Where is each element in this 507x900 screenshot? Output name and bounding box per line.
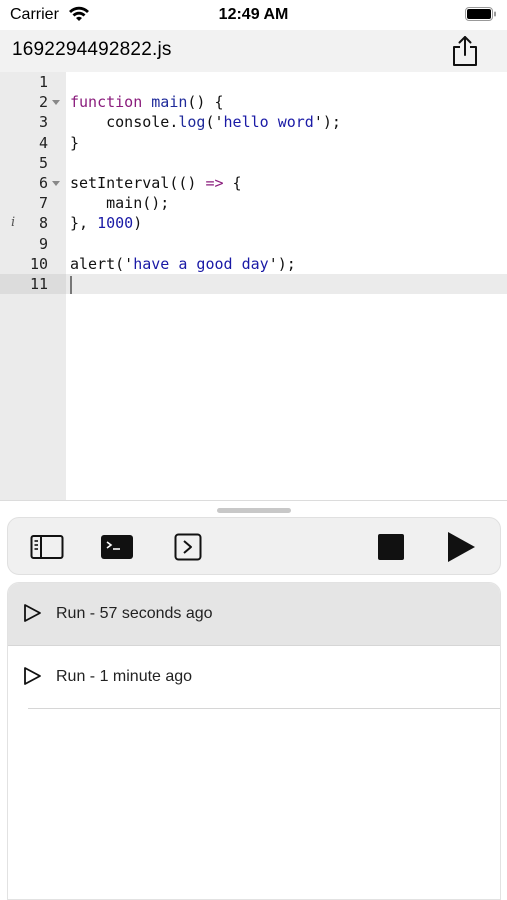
line-number: 4 bbox=[38, 133, 48, 152]
code-line[interactable]: 3 console.log('hello word'); bbox=[0, 112, 507, 132]
line-number: 1 bbox=[38, 73, 48, 91]
gutter-cell: i8 bbox=[0, 213, 66, 233]
divider bbox=[28, 708, 500, 709]
code-line[interactable]: 7 main(); bbox=[0, 193, 507, 213]
line-number: 10 bbox=[29, 254, 48, 273]
gutter-cell: 10 bbox=[0, 254, 66, 274]
code-text: }, 1000) bbox=[70, 214, 143, 233]
stop-icon bbox=[378, 534, 404, 560]
code-line[interactable]: i 8}, 1000) bbox=[0, 213, 507, 233]
code-text: console.log('hello word'); bbox=[70, 113, 341, 132]
line-number: 8 bbox=[38, 214, 48, 233]
stop-button[interactable] bbox=[374, 531, 408, 563]
code-line[interactable]: 2 function main() { bbox=[0, 92, 507, 112]
gutter-cell: 1 bbox=[0, 72, 66, 92]
clock: 12:49 AM bbox=[218, 6, 289, 23]
line-number: 6 bbox=[38, 174, 48, 192]
code-line[interactable]: 9 bbox=[0, 234, 507, 254]
file-title: 1692294492822.js bbox=[12, 39, 172, 60]
gutter-cell: 5 bbox=[0, 153, 66, 173]
play-outline-icon bbox=[24, 667, 41, 685]
run-item[interactable]: Run - 57 seconds ago bbox=[8, 583, 500, 645]
console-prompt-icon bbox=[174, 533, 202, 561]
code-text: main(); bbox=[70, 194, 170, 213]
run-item-label: Run - 57 seconds ago bbox=[56, 605, 213, 622]
fold-toggle-icon[interactable] bbox=[52, 181, 60, 186]
line-number: 11 bbox=[29, 275, 48, 293]
line-number: 5 bbox=[38, 153, 48, 172]
play-outline-icon bbox=[24, 604, 41, 622]
text-cursor bbox=[70, 275, 72, 294]
terminal-button[interactable] bbox=[100, 531, 134, 563]
code-text: } bbox=[70, 133, 80, 152]
line-number: 9 bbox=[38, 234, 48, 253]
code-text: setInterval(() => { bbox=[70, 174, 242, 192]
gutter-cell: 11 bbox=[0, 274, 66, 294]
gutter-cell: 3 bbox=[0, 112, 66, 132]
code-line[interactable]: 11 bbox=[0, 274, 507, 294]
share-icon[interactable] bbox=[451, 34, 479, 68]
code-line[interactable]: 4} bbox=[0, 133, 507, 153]
gutter-cell: 4 bbox=[0, 133, 66, 153]
run-history-list: Run - 57 seconds ago Run - 1 minute ago bbox=[7, 582, 501, 900]
run-item[interactable]: Run - 1 minute ago bbox=[8, 646, 500, 708]
gutter-cell: 2 bbox=[0, 92, 66, 112]
code-line[interactable]: 5 bbox=[0, 153, 507, 173]
sidebar-toggle-button[interactable] bbox=[30, 531, 64, 563]
run-button[interactable] bbox=[444, 531, 478, 563]
code-editor[interactable]: 1 2 function main() {3 console.log('hello … bbox=[0, 72, 507, 501]
line-number: 3 bbox=[38, 113, 48, 132]
title-bar: 1692294492822.js bbox=[0, 30, 507, 72]
play-icon bbox=[448, 532, 475, 562]
console-button[interactable] bbox=[171, 531, 205, 563]
code-line[interactable]: 1 bbox=[0, 72, 507, 92]
code-line[interactable]: 6 setInterval(() => { bbox=[0, 173, 507, 193]
battery-icon bbox=[465, 7, 496, 21]
sidebar-icon bbox=[30, 535, 64, 559]
code-text: function main() { bbox=[70, 93, 224, 112]
code-text: alert('have a good day'); bbox=[70, 254, 296, 273]
gutter-cell: 7 bbox=[0, 193, 66, 213]
panel-resize-handle[interactable] bbox=[217, 508, 291, 513]
gutter-cell: 6 bbox=[0, 173, 66, 193]
code-line[interactable]: 10 alert('have a good day'); bbox=[0, 254, 507, 274]
line-number: 7 bbox=[38, 194, 48, 213]
line-number: 2 bbox=[38, 93, 48, 112]
status-bar: Carrier 12:49 AM bbox=[0, 0, 507, 30]
run-item-label: Run - 1 minute ago bbox=[56, 668, 193, 685]
terminal-icon bbox=[101, 535, 133, 559]
code-text bbox=[66, 274, 507, 294]
fold-toggle-icon[interactable] bbox=[52, 100, 60, 106]
run-toolbar bbox=[7, 517, 501, 575]
gutter-cell: 9 bbox=[0, 234, 66, 254]
